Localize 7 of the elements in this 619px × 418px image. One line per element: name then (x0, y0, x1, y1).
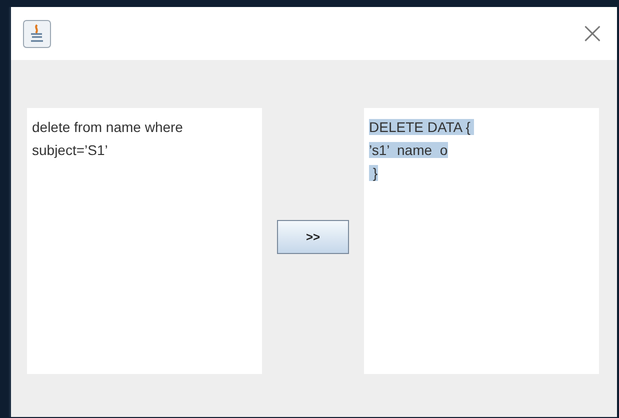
text-area[interactable]: DELETE DATA { ’s1’ name o } (364, 108, 599, 374)
text-line: delete from name where (32, 119, 183, 135)
text-area[interactable]: delete from name where subject=’S1’ (27, 108, 262, 374)
app-cup-icon (23, 20, 51, 48)
convert-button[interactable]: >> (277, 220, 349, 254)
close-button[interactable]: × (580, 18, 605, 48)
text-line: subject=’S1’ (32, 142, 108, 158)
